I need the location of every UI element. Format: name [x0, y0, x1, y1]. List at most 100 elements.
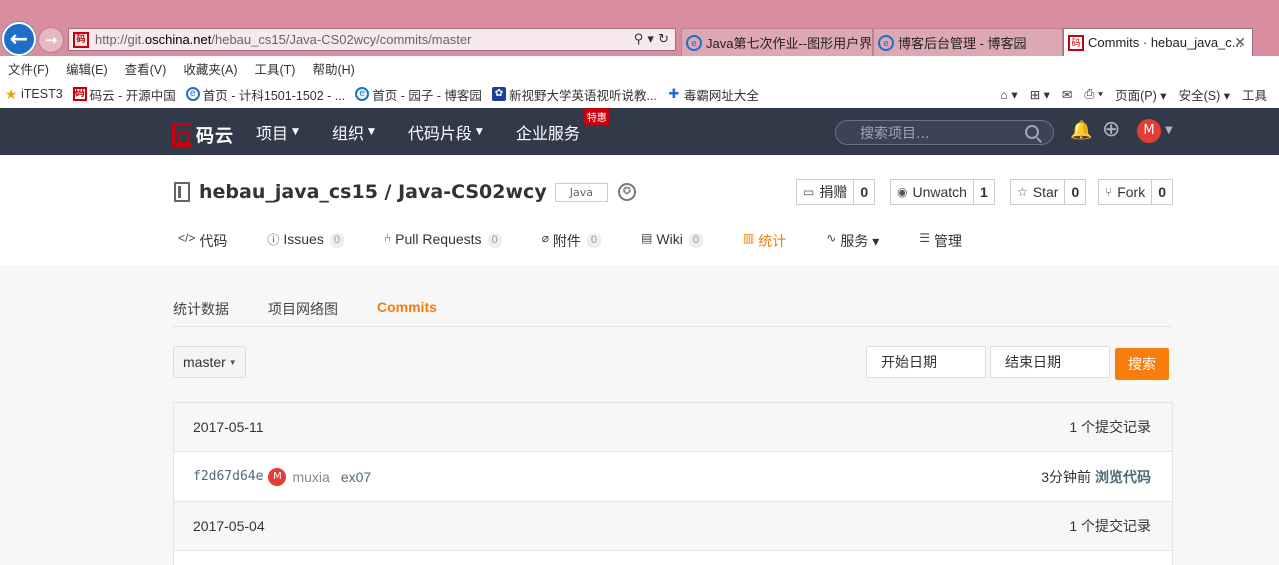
branch-selector[interactable]: master ▼ [173, 346, 246, 378]
browser-tab-active[interactable]: 码 Commits · hebau_java_c... ✕ [1063, 28, 1253, 56]
commit-group-header: 2017-05-11 1 个提交记录 [174, 403, 1172, 452]
menu-file[interactable]: 文件(F) [8, 59, 49, 78]
close-icon[interactable]: ✕ [1234, 34, 1246, 51]
project-search-input[interactable]: 搜索项目... [835, 120, 1054, 145]
favorite-label: iTEST3 [21, 87, 63, 101]
tab-issues[interactable]: ⓘ Issues 0 [267, 231, 344, 267]
fork-icon: ⑂ [1105, 185, 1113, 199]
caret-down-icon[interactable]: ▼ [1165, 125, 1173, 136]
browser-tab[interactable]: e 博客后台管理 - 博客园 [873, 28, 1063, 56]
subnav-statistics[interactable]: 统计数据 [173, 299, 229, 319]
feeds-button[interactable]: ⊞ ▾ [1030, 87, 1050, 102]
address-bar[interactable]: 码 http://git.oschina.net/hebau_cs15/Java… [68, 28, 676, 51]
issue-icon: ⓘ [267, 233, 280, 247]
back-button[interactable]: ← [2, 22, 36, 56]
menu-tools[interactable]: 工具(T) [254, 59, 295, 78]
plus-circle-icon[interactable]: ⊕ [1102, 117, 1120, 142]
mail-button[interactable]: ✉ [1062, 87, 1072, 102]
tab-attachments[interactable]: ⌀ 附件 0 [542, 231, 602, 267]
book-icon: ▤ [641, 231, 653, 245]
tab-label: 附件 [552, 233, 581, 249]
menu-favorites[interactable]: 收藏夹(A) [183, 59, 237, 78]
nav-label: 代码片段 [407, 123, 472, 143]
content-area: 统计数据 项目网络图 Commits master ▼ 开始日期 结束日期 搜索… [0, 265, 1279, 565]
safety-menu[interactable]: 安全(S) ▾ [1179, 85, 1230, 104]
tab-manage[interactable]: ☰ 管理 [919, 231, 962, 267]
tab-code[interactable]: </> 代码 [178, 231, 227, 267]
browser-tab[interactable]: e Java第七次作业--图形用户界... [681, 28, 873, 56]
tab-stats[interactable]: ▥ 统计 [736, 231, 795, 269]
star-icon: ★ [4, 86, 18, 102]
gitee-favicon-icon: 码 [73, 31, 89, 48]
commit-sha-link[interactable]: f2d67d64e [193, 469, 263, 484]
favorite-item[interactable]: ★ iTEST3 [4, 87, 63, 101]
end-date-input[interactable]: 结束日期 [990, 346, 1110, 378]
search-icon[interactable] [1025, 125, 1039, 139]
commit-message-link[interactable]: ex07 [341, 469, 371, 485]
author-avatar[interactable]: M [268, 467, 287, 486]
award-icon: ✪ [617, 183, 636, 201]
site-logo[interactable]: 码云 [172, 122, 234, 148]
tab-label: 服务 ▾ [840, 233, 880, 249]
repo-title: hebau_java_cs15 / Java-CS02wcy Java ✪ [174, 181, 636, 203]
commit-row [174, 551, 1172, 565]
tab-count: 0 [586, 233, 602, 248]
action-label: Fork [1117, 184, 1146, 200]
search-button[interactable]: 搜索 [1115, 348, 1169, 380]
caret-down-icon: ▼ [367, 126, 375, 137]
favorite-item[interactable]: ✿ 新视野大学英语视听说教... [491, 85, 657, 104]
tab-count: 0 [487, 233, 502, 248]
favorite-item[interactable]: e 首页 - 园子 - 博客园 [355, 85, 482, 104]
tab-services[interactable]: ∿ 服务 ▾ [826, 231, 879, 267]
bolt-icon: ✚ [668, 86, 680, 101]
nav-enterprise[interactable]: 企业服务 特惠 [515, 107, 610, 144]
eye-icon: ◉ [897, 185, 908, 199]
nav-snippets[interactable]: 代码片段 ▼ [408, 120, 483, 144]
donate-button[interactable]: ▭ 捐赠 0 [796, 179, 876, 205]
language-tag[interactable]: Java [554, 182, 608, 202]
forward-button[interactable]: → [38, 27, 64, 53]
menu-view[interactable]: 查看(V) [125, 59, 167, 78]
address-url[interactable]: http://git.oschina.net/hebau_cs15/Java-C… [95, 32, 634, 47]
subnav-network-graph[interactable]: 项目网络图 [268, 299, 338, 319]
star-button[interactable]: ☆ Star 0 [1010, 179, 1087, 205]
subnav-commits[interactable]: Commits [377, 299, 437, 319]
browse-code-link[interactable]: 浏览代码 [1095, 469, 1151, 485]
favorite-item[interactable]: 码码云 - 开源中国 [72, 85, 176, 104]
nav-orgs[interactable]: 组织 ▼ [332, 120, 375, 144]
home-button[interactable]: ⌂ ▾ [1000, 87, 1017, 102]
paw-icon: ✿ [491, 87, 506, 101]
nav-label: 企业服务 [515, 123, 580, 143]
user-avatar[interactable]: M [1137, 119, 1161, 143]
nav-projects[interactable]: 项目 ▼ [256, 120, 299, 144]
page-menu[interactable]: 页面(P) ▾ [1115, 85, 1166, 104]
address-controls[interactable]: ⚲ ▾ ↻ [634, 32, 669, 47]
nav-label: 组织 [331, 123, 364, 143]
tab-label: Pull Requests [395, 231, 482, 247]
repo-owner-link[interactable]: hebau_java_cs15 [199, 181, 378, 203]
print-button[interactable]: ⎙ ▾ [1084, 87, 1103, 102]
favorite-label: 首页 - 计科1501-1502 - ... [202, 88, 346, 103]
bell-icon[interactable]: 🔔 [1070, 120, 1092, 141]
bar-chart-icon: ▥ [742, 231, 755, 245]
favorite-item[interactable]: e 首页 - 计科1501-1502 - ... [185, 85, 346, 104]
repo-header: hebau_java_cs15 / Java-CS02wcy Java ✪ ▭ 捐… [0, 155, 1279, 269]
main-nav: 项目 ▼ 组织 ▼ 代码片段 ▼ 企业服务 特惠 [256, 107, 613, 155]
tab-label: Issues [283, 231, 324, 247]
tab-wiki[interactable]: ▤ Wiki 0 [641, 231, 703, 267]
fork-button[interactable]: ⑂ Fork 0 [1098, 179, 1173, 205]
tab-label: Commits · hebau_java_c... [1088, 35, 1243, 50]
menu-edit[interactable]: 编辑(E) [66, 59, 108, 78]
menu-help[interactable]: 帮助(H) [312, 59, 354, 78]
unwatch-button[interactable]: ◉ Unwatch 1 [890, 179, 995, 205]
tools-menu[interactable]: 工具 [1242, 85, 1267, 104]
commit-author[interactable]: muxia [292, 469, 329, 485]
favorite-item[interactable]: ✚ 毒霸网址大全 [667, 85, 758, 104]
promo-badge: 特惠 [583, 107, 610, 125]
start-date-input[interactable]: 开始日期 [866, 346, 986, 378]
caret-down-icon: ▼ [228, 357, 237, 367]
gitee-icon: 码 [72, 87, 87, 101]
repo-name-link[interactable]: Java-CS02wcy [398, 181, 547, 203]
arrow-left-icon: ← [9, 26, 29, 52]
tab-pull-requests[interactable]: ⑃ Pull Requests 0 [384, 231, 502, 267]
